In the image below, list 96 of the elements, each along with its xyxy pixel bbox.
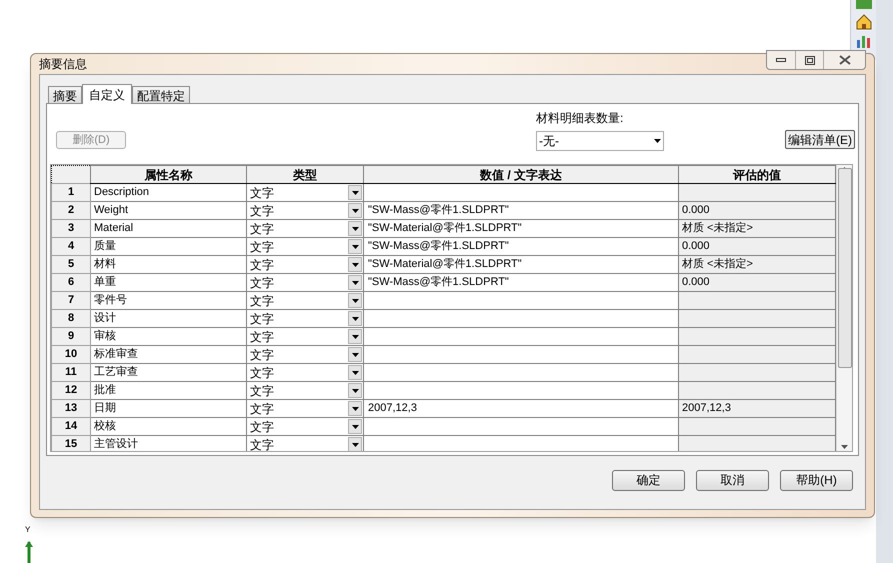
caret-icon xyxy=(352,298,358,302)
axis-label: Y xyxy=(25,526,30,534)
table-cell: Weight xyxy=(90,202,246,220)
maximize-icon xyxy=(804,56,814,64)
scrollbar[interactable] xyxy=(836,165,852,451)
tab[interactable]: 自定义 xyxy=(82,84,132,104)
row-header[interactable]: 12 xyxy=(52,382,90,400)
caret-icon xyxy=(352,442,358,446)
row-header[interactable]: 6 xyxy=(52,274,90,292)
row-header[interactable]: 11 xyxy=(52,364,90,382)
table-cell: 材质 <未指定> xyxy=(678,220,836,238)
row-header[interactable]: 5 xyxy=(52,256,90,274)
corner-cell[interactable] xyxy=(52,166,90,184)
caret-icon xyxy=(654,139,661,143)
minimize-icon xyxy=(776,58,786,62)
dialog-button[interactable]: 帮助(H) xyxy=(780,470,853,490)
caret-icon xyxy=(352,370,358,374)
caret-icon xyxy=(352,280,358,284)
scroll-thumb[interactable] xyxy=(838,168,852,368)
type-dropdown[interactable]: 文字 xyxy=(247,310,363,327)
caret-icon xyxy=(352,262,358,266)
close-icon xyxy=(838,55,850,65)
table-cell: 零件号 xyxy=(90,292,246,310)
column-header[interactable]: 类型 xyxy=(246,166,364,184)
table-cell: "SW-Mass@零件1.SLDPRT" xyxy=(364,274,678,292)
type-dropdown[interactable]: 文字 xyxy=(247,202,363,219)
window-title: 摘要信息 xyxy=(39,56,87,73)
row-header[interactable]: 10 xyxy=(52,346,90,364)
caret-icon xyxy=(352,316,358,320)
column-header[interactable]: 数值 / 文字表达 xyxy=(364,166,678,184)
row-header[interactable]: 9 xyxy=(52,328,90,346)
table-cell: 审核 xyxy=(90,328,246,346)
table-cell: 设计 xyxy=(90,310,246,328)
table-cell: 2007,12,3 xyxy=(678,400,836,418)
table-cell: "SW-Mass@零件1.SLDPRT" xyxy=(364,238,678,256)
dialog-button[interactable]: 取消 xyxy=(696,470,769,490)
type-dropdown[interactable]: 文字 xyxy=(247,220,363,237)
table-cell: 工艺审查 xyxy=(90,364,246,382)
table-cell: "SW-Mass@零件1.SLDPRT" xyxy=(364,202,678,220)
scroll-down-icon xyxy=(841,445,848,449)
caret-icon xyxy=(352,352,358,356)
table-cell: Description xyxy=(90,184,246,202)
column-header[interactable]: 属性名称 xyxy=(90,166,246,184)
row-header[interactable]: 14 xyxy=(52,418,90,436)
tab[interactable]: 摘要 xyxy=(48,86,82,103)
caret-icon xyxy=(352,334,358,338)
row-header[interactable]: 4 xyxy=(52,238,90,256)
row-header[interactable]: 8 xyxy=(52,310,90,328)
caret-icon xyxy=(352,244,358,248)
table-cell: 校核 xyxy=(90,418,246,436)
table-cell: 2007,12,3 xyxy=(364,400,678,418)
type-dropdown[interactable]: 文字 xyxy=(247,364,363,381)
type-dropdown[interactable]: 文字 xyxy=(247,184,363,201)
row-header[interactable]: 2 xyxy=(52,202,90,220)
caret-icon xyxy=(352,388,358,392)
table-cell: "SW-Material@零件1.SLDPRT" xyxy=(364,256,678,274)
row-header[interactable]: 7 xyxy=(52,292,90,310)
type-dropdown[interactable]: 文字 xyxy=(247,328,363,345)
table-cell: 标准审查 xyxy=(90,346,246,364)
caret-icon xyxy=(352,208,358,212)
bom-quantity-label: 材料明细表数量: xyxy=(536,110,624,127)
row-header[interactable]: 15 xyxy=(52,436,90,451)
type-dropdown[interactable]: 文字 xyxy=(247,256,363,273)
house-icon[interactable] xyxy=(854,13,872,31)
table-cell: Material xyxy=(90,220,246,238)
table-cell: 材质 <未指定> xyxy=(678,256,836,274)
row-header[interactable]: 1 xyxy=(52,184,90,202)
type-dropdown[interactable]: 文字 xyxy=(247,346,363,363)
table-cell: 质量 xyxy=(90,238,246,256)
bom-quantity-dropdown[interactable]: -无- xyxy=(536,131,664,151)
dialog-button[interactable]: 确定 xyxy=(612,470,685,490)
caret-icon xyxy=(352,190,358,194)
column-header[interactable]: 评估的值 xyxy=(678,166,836,184)
table-cell: 单重 xyxy=(90,274,246,292)
chart-icon[interactable] xyxy=(854,34,872,48)
row-header[interactable]: 13 xyxy=(52,400,90,418)
caret-icon xyxy=(352,226,358,230)
type-dropdown[interactable]: 文字 xyxy=(247,418,363,435)
edit-list-button[interactable]: 编辑清单(E) xyxy=(785,130,855,149)
table-cell: 批准 xyxy=(90,382,246,400)
type-dropdown[interactable]: 文字 xyxy=(247,400,363,417)
type-dropdown[interactable]: 文字 xyxy=(247,382,363,399)
tab[interactable]: 配置特定 xyxy=(132,86,190,103)
caret-icon xyxy=(352,406,358,410)
row-header[interactable]: 3 xyxy=(52,220,90,238)
table-cell: 0.000 xyxy=(678,238,836,256)
type-dropdown[interactable]: 文字 xyxy=(247,436,363,451)
type-dropdown[interactable]: 文字 xyxy=(247,274,363,291)
type-dropdown[interactable]: 文字 xyxy=(247,238,363,255)
table-cell: 0.000 xyxy=(678,274,836,292)
table-cell: 日期 xyxy=(90,400,246,418)
table-cell: "SW-Material@零件1.SLDPRT" xyxy=(364,220,678,238)
caret-icon xyxy=(352,424,358,428)
type-dropdown[interactable]: 文字 xyxy=(247,292,363,309)
table-cell: 0.000 xyxy=(678,202,836,220)
table-cell: 材料 xyxy=(90,256,246,274)
